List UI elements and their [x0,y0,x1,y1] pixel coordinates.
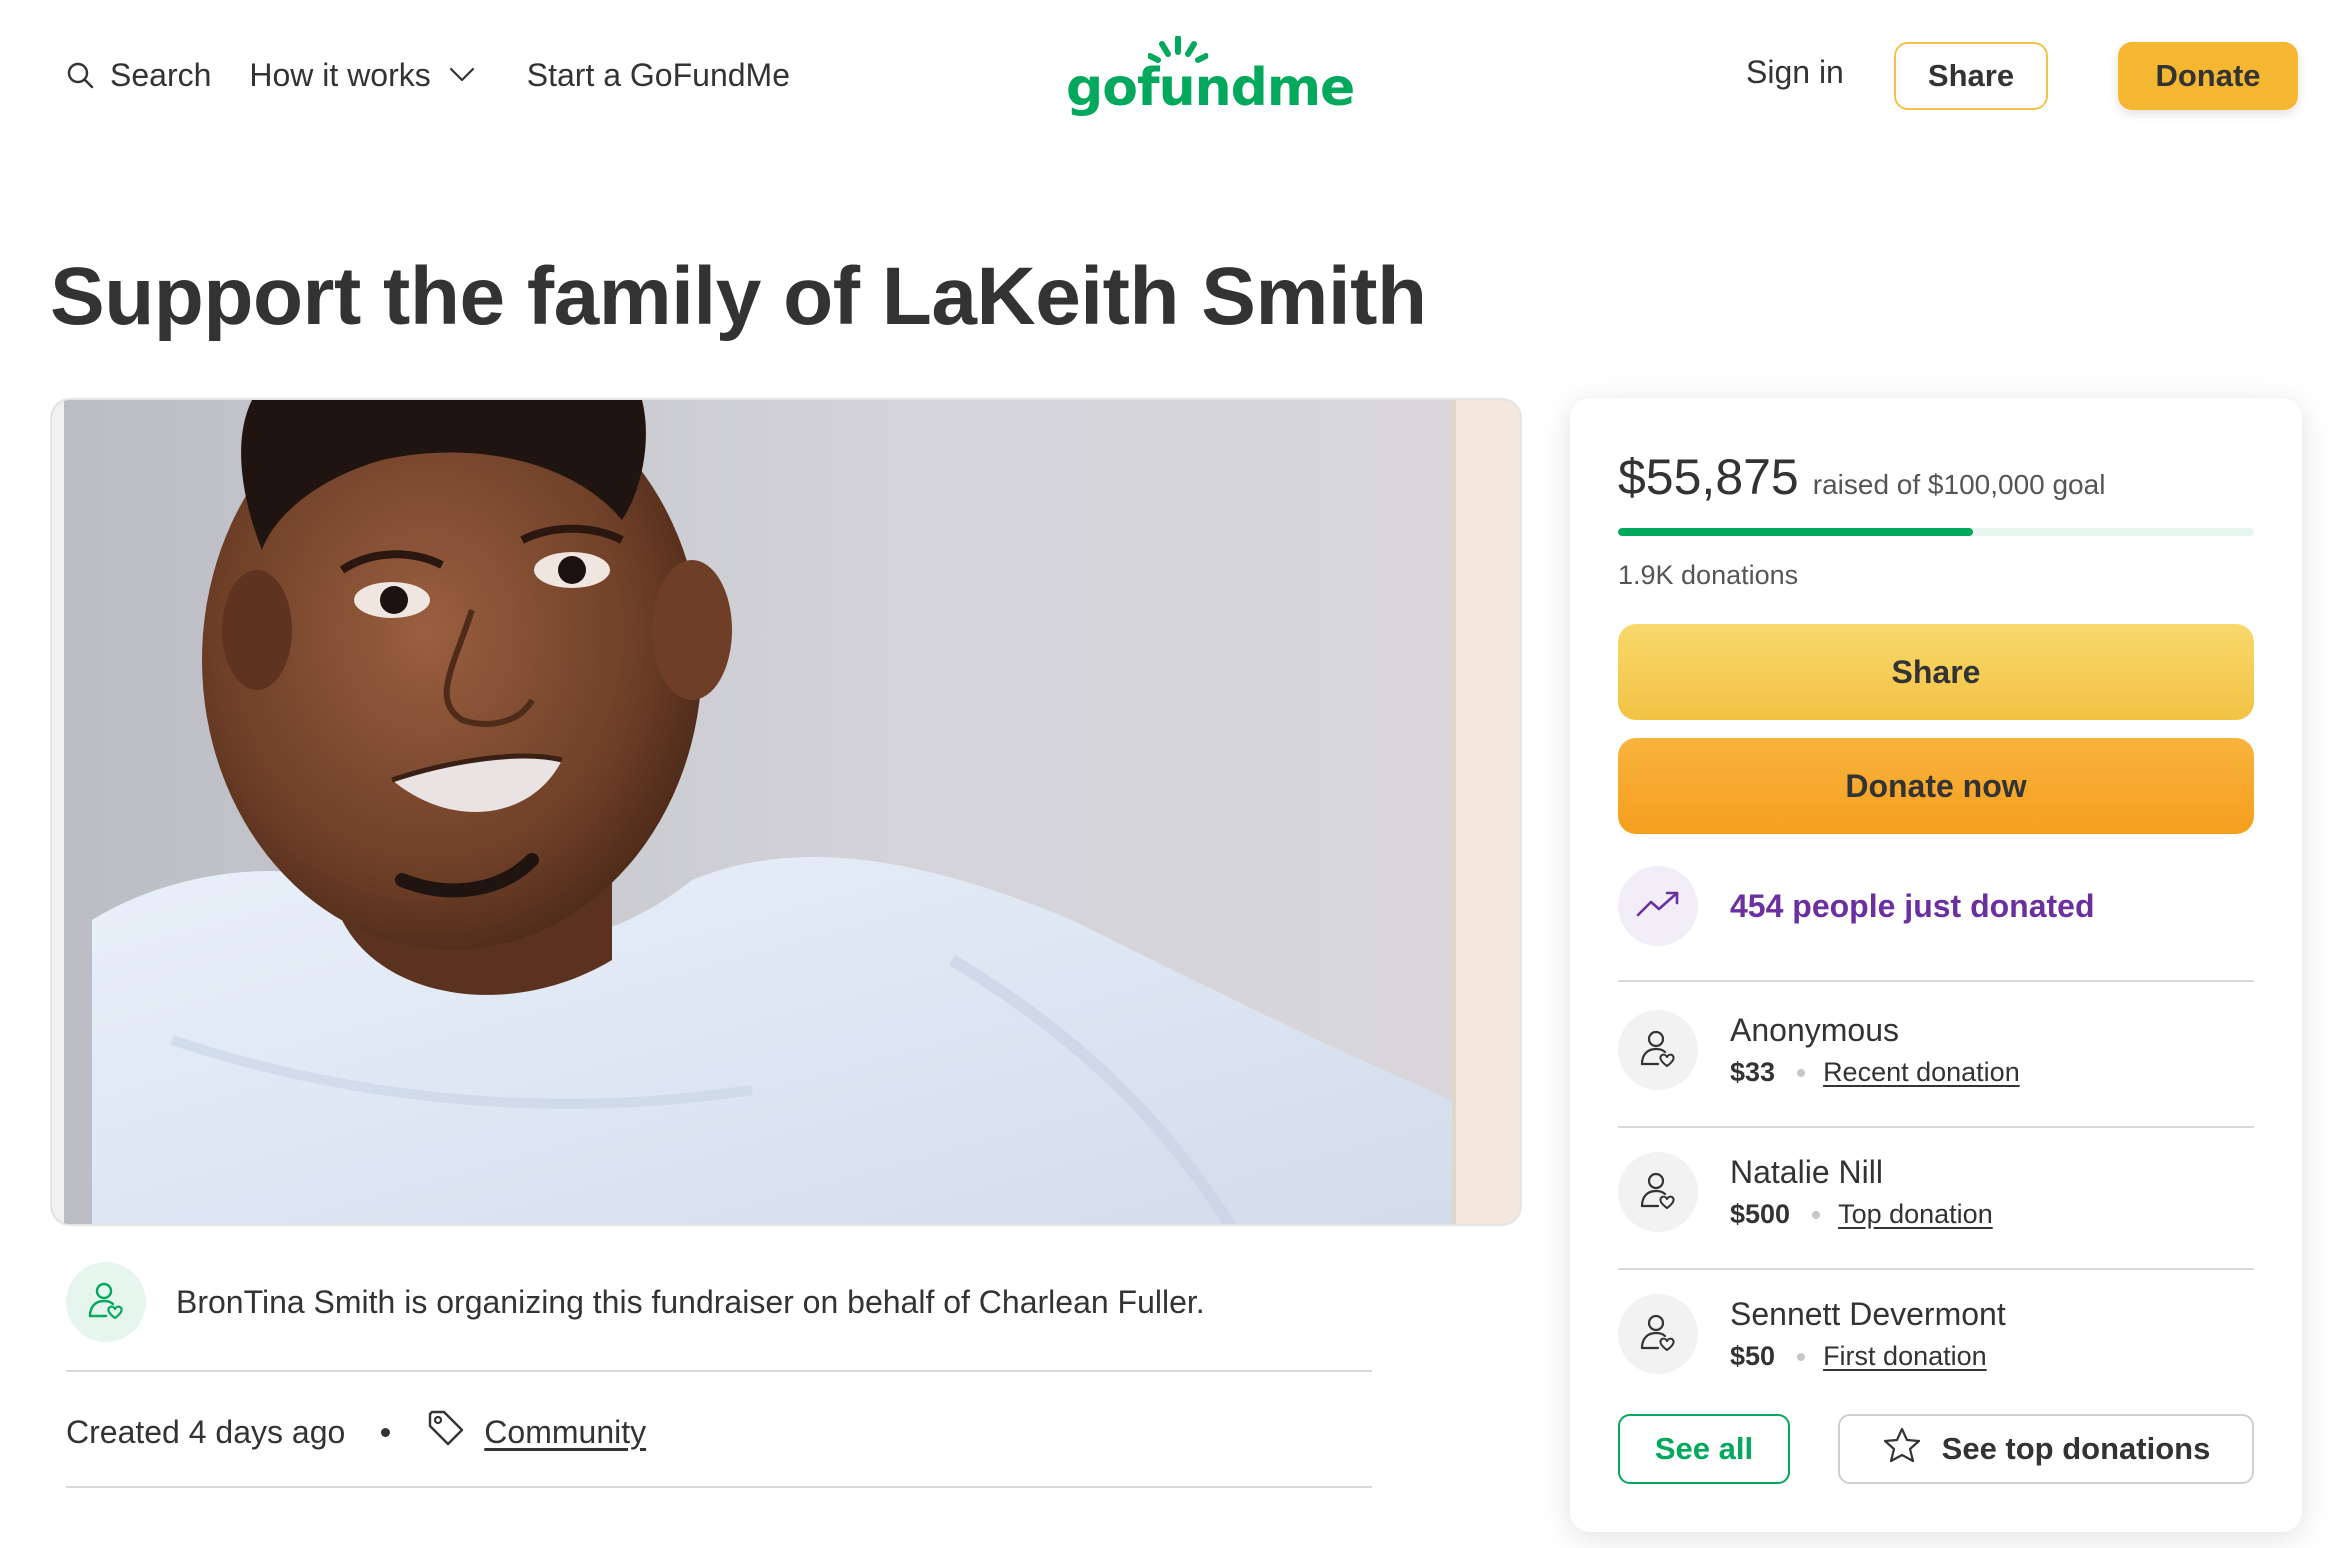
organizer-row: BronTina Smith is organizing this fundra… [66,1262,1205,1342]
donor-info: Natalie Nill $500 Top donation [1730,1154,1993,1230]
nav-left: Search How it works Start a GoFundMe [66,52,790,98]
recent-donations-text: 454 people just donated [1730,887,2095,924]
progress-fill [1618,528,1974,536]
see-all-button[interactable]: See all [1618,1414,1790,1484]
person-heart-icon [84,1278,128,1327]
see-top-donations-label: See top donations [1941,1431,2211,1466]
donation-amount: $500 [1730,1199,1791,1229]
search-icon [66,61,110,89]
donor-info: Sennett Devermont $50 First donation [1730,1296,2006,1372]
recent-activity: 454 people just donated [1618,866,2095,946]
separator-dot [1797,1068,1806,1077]
organizer-avatar [66,1262,146,1342]
campaign-photo [50,398,1522,1226]
donor-details: $50 First donation [1730,1341,2006,1372]
separator-dot [1812,1210,1821,1219]
gofundme-logo[interactable]: gofundme [1066,36,1355,118]
divider [66,1370,1372,1372]
donor-info: Anonymous $33 Recent donation [1730,1012,2020,1088]
tag-icon [426,1408,484,1456]
campaign-meta: Created 4 days ago Community [66,1408,646,1456]
donor-name: Natalie Nill [1730,1154,1883,1190]
donation-item: Natalie Nill $500 Top donation [1618,1152,1993,1232]
star-icon [1882,1426,1942,1472]
person-heart-icon [1636,1310,1680,1359]
progress-bar [1618,528,2254,536]
donor-avatar [1618,1010,1698,1090]
start-gofundme-label: Start a GoFundMe [526,56,790,93]
page-title: Support the family of LaKeith Smith [50,251,1427,342]
raised-amount: $55,875 [1618,449,1799,505]
donor-details: $33 Recent donation [1730,1057,2020,1088]
donation-type-link[interactable]: Recent donation [1823,1057,2020,1088]
top-navigation: Search How it works Start a GoFundMe gof… [0,0,2340,150]
donor-details: $500 Top donation [1730,1199,1993,1230]
header-donate-button[interactable]: Donate [2118,42,2298,110]
donation-item: Sennett Devermont $50 First donation [1618,1294,2006,1374]
donation-type-link[interactable]: First donation [1823,1341,1987,1372]
donate-now-button[interactable]: Donate now [1618,738,2254,834]
see-top-donations-button[interactable]: See top donations [1838,1414,2254,1484]
donation-sidebar: $55,875 raised of $100,000 goal 1.9K don… [1570,398,2302,1532]
logo-text: gofundme [1066,58,1355,118]
separator-dot [1797,1352,1806,1361]
trend-badge [1618,866,1698,946]
how-it-works-menu[interactable]: How it works [249,57,474,94]
trending-up-icon [1635,889,1681,924]
raised-summary: $55,875 raised of $100,000 goal [1618,448,2105,506]
search-button[interactable]: Search [66,57,211,94]
divider [1618,1268,2254,1270]
divider [1618,1126,2254,1128]
person-heart-icon [1636,1168,1680,1217]
donations-count: 1.9K donations [1618,560,1799,590]
sign-in-link[interactable]: Sign in [1746,54,1844,91]
share-button[interactable]: Share [1618,624,2254,720]
donation-amount: $50 [1730,1341,1776,1371]
donor-name: Anonymous [1730,1012,1899,1048]
created-date: Created 4 days ago [66,1413,346,1450]
donor-avatar [1618,1294,1698,1374]
donor-name: Sennett Devermont [1730,1296,2006,1332]
start-gofundme-link[interactable]: Start a GoFundMe [527,57,790,94]
chevron-down-icon [431,67,475,83]
search-label: Search [110,56,212,93]
separator-dot [381,1427,391,1437]
organizer-text: BronTina Smith is organizing this fundra… [176,1283,1205,1320]
donation-amount: $33 [1730,1057,1776,1087]
donor-avatar [1618,1152,1698,1232]
category-link[interactable]: Community [484,1414,646,1451]
donation-type-link[interactable]: Top donation [1838,1199,1993,1230]
person-heart-icon [1636,1026,1680,1075]
divider [1618,980,2254,982]
donation-item: Anonymous $33 Recent donation [1618,1010,2020,1090]
how-it-works-label: How it works [249,56,431,93]
goal-text: raised of $100,000 goal [1812,469,2106,500]
header-share-button[interactable]: Share [1894,42,2048,110]
divider [66,1486,1372,1488]
